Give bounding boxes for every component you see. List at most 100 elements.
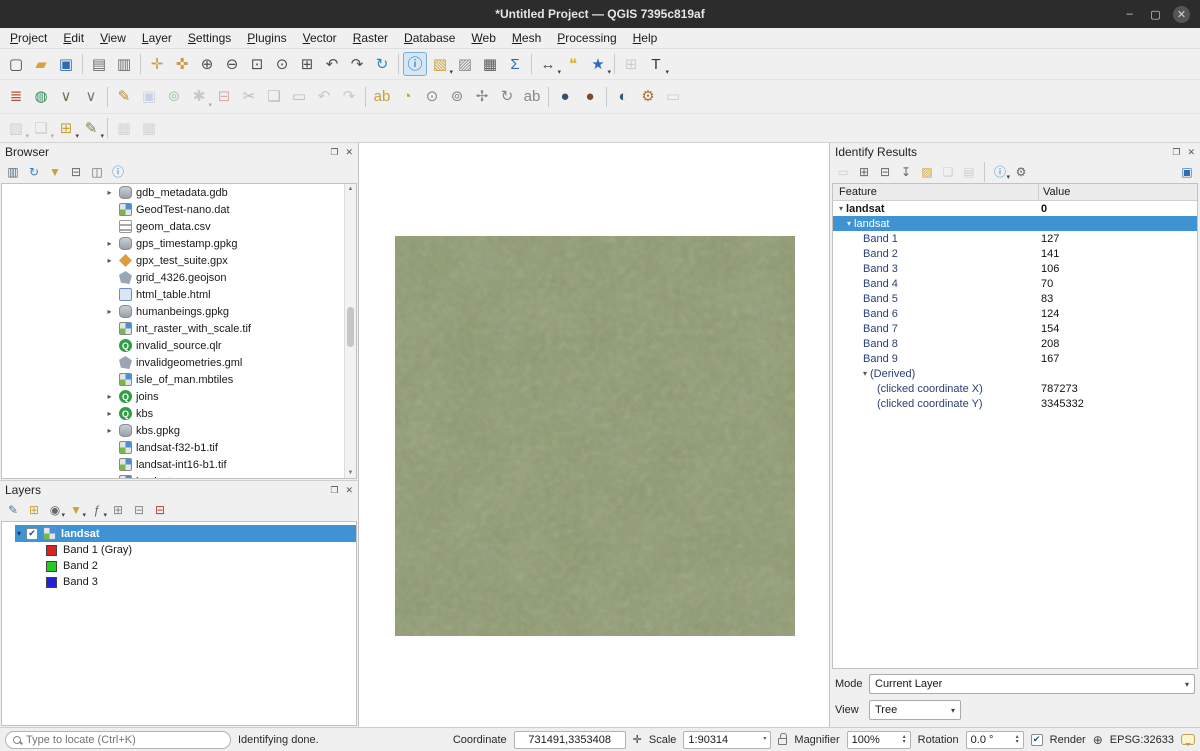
render-checkbox[interactable]: ✔ [1031,734,1043,746]
map-tips-icon[interactable]: ❝ [561,52,585,76]
properties-widget-icon[interactable]: ◫ [88,163,106,181]
identify-row-Band 1[interactable]: Band 1127 [833,231,1197,246]
browser-item-landsat-f32-b1.tif[interactable]: landsat-f32-b1.tif [2,439,356,456]
deselect-features-icon[interactable]: ▨ [453,52,477,76]
new-virtual-layer-icon[interactable]: ∨ [79,85,103,109]
menu-raster[interactable]: Raster [345,29,396,47]
text-annotation-dropdown-icon[interactable]: ▾ [665,69,669,76]
maximize-button[interactable]: ▢ [1147,6,1164,23]
zoom-to-layer-icon[interactable]: ⊞ [295,52,319,76]
coordinate-field[interactable]: 731491,3353408 [514,731,626,749]
browser-item-gps_timestamp.gpkg[interactable]: ▸gps_timestamp.gpkg [2,235,356,252]
expand-icon[interactable]: ▸ [104,239,115,248]
identify-row-(clicked coordinate Y)[interactable]: (clicked coordinate Y)3345332 [833,396,1197,411]
manage-map-themes-dropdown-icon[interactable]: ▾ [61,512,65,519]
expand-icon[interactable]: ▸ [104,307,115,316]
edit-layer-menu-dropdown-icon[interactable]: ▾ [100,133,104,140]
filter-legend-dropdown-icon[interactable]: ▾ [82,512,86,519]
scroll-down-icon[interactable]: ▼ [348,470,354,476]
browser-item-gdb_metadata.gdb[interactable]: ▸gdb_metadata.gdb [2,184,356,201]
plugin-manager-icon[interactable]: ⚙ [636,85,660,109]
filter-by-expression-dropdown-icon[interactable]: ▾ [103,512,107,519]
layer-diagram-icon[interactable]: ◔ [395,85,419,109]
browser-item-joins[interactable]: ▸Qjoins [2,388,356,405]
browser-item-kbs[interactable]: ▸Qkbs [2,405,356,422]
locator-search[interactable] [5,731,231,749]
menu-project[interactable]: Project [2,29,55,47]
menu-settings[interactable]: Settings [180,29,239,47]
identify-float-icon[interactable]: ❐ [1172,147,1180,158]
identify-mode-combobox[interactable]: Current Layer ▾ [869,674,1195,694]
expand-icon[interactable]: ▸ [104,188,115,197]
browser-item-html_table.html[interactable]: html_table.html [2,286,356,303]
filter-browser-icon[interactable]: ▼ [46,163,64,181]
text-annotation-icon[interactable]: T▾ [644,52,668,76]
search-input[interactable] [26,734,223,746]
identify-settings-icon[interactable]: ⚙ [1012,163,1030,181]
open-project-icon[interactable]: ▰ [29,52,53,76]
new-print-layout-icon[interactable]: ▤ [87,52,111,76]
map-canvas[interactable] [358,143,830,727]
browser-item-isle_of_man.mbtiles[interactable]: isle_of_man.mbtiles [2,371,356,388]
pan-map-to-selection-icon[interactable]: ✜ [170,52,194,76]
new-bookmark-dropdown-icon[interactable]: ▾ [607,69,611,76]
menu-layer[interactable]: Layer [134,29,180,47]
add-group-icon[interactable]: ⊞ [25,501,43,519]
select-features-icon[interactable]: ▧▾ [428,52,452,76]
identify-row-Band 8[interactable]: Band 8208 [833,336,1197,351]
layers-float-icon[interactable]: ❐ [330,485,338,496]
feature-column-header[interactable]: Feature [833,184,1039,200]
add-layer-menu-icon[interactable]: ⊞▾ [54,116,78,140]
expander-icon[interactable]: ▾ [839,204,843,213]
edit-layer-menu-icon[interactable]: ✎▾ [79,116,103,140]
expand-all-layers-icon[interactable]: ⊞ [109,501,127,519]
identify-row-landsat[interactable]: ▾landsat [833,216,1197,231]
zoom-in-icon[interactable]: ⊕ [195,52,219,76]
menu-vector[interactable]: Vector [295,29,345,47]
crs-icon[interactable]: ⊕ [1093,733,1103,747]
scrollbar-thumb[interactable] [347,307,354,347]
refresh-map-icon[interactable]: ↻ [370,52,394,76]
scroll-up-icon[interactable]: ▲ [348,186,354,192]
close-button[interactable]: ✕ [1173,6,1190,23]
browser-item-gpx_test_suite.gpx[interactable]: ▸gpx_test_suite.gpx [2,252,356,269]
zoom-to-selection-icon[interactable]: ⊙ [270,52,294,76]
spin-down-icon[interactable]: ▾ [1016,740,1019,745]
expand-icon[interactable]: ▸ [104,256,115,265]
browser-item-humanbeings.gpkg[interactable]: ▸humanbeings.gpkg [2,303,356,320]
messages-icon[interactable] [1181,734,1195,745]
zoom-next-icon[interactable]: ↷ [345,52,369,76]
identify-row-Band 6[interactable]: Band 6124 [833,306,1197,321]
browser-scrollbar[interactable]: ▲ ▼ [344,184,356,478]
menu-processing[interactable]: Processing [549,29,624,47]
expander-icon[interactable]: ▾ [847,219,851,228]
pin-labels-icon[interactable]: ⊙ [420,85,444,109]
identify-row-Band 5[interactable]: Band 583 [833,291,1197,306]
layer-visibility-checkbox[interactable]: ✔ [26,528,38,540]
highlight-pinned-labels-icon[interactable]: ⊚ [445,85,469,109]
zoom-full-icon[interactable]: ⊡ [245,52,269,76]
identify-mode-menu-dropdown-icon[interactable]: ▾ [1006,174,1010,181]
menu-web[interactable]: Web [463,29,503,47]
spin-down-icon[interactable]: ▾ [903,740,906,745]
new-bookmark-icon[interactable]: ★▾ [586,52,610,76]
minimize-button[interactable]: – [1121,6,1138,23]
data-source-manager-icon[interactable]: ≣ [4,85,28,109]
browser-close-icon[interactable]: ✕ [345,147,353,158]
titlebar[interactable]: *Untitled Project — QGIS 7395c819af – ▢ … [0,0,1200,28]
browser-item-kbs.gpkg[interactable]: ▸kbs.gpkg [2,422,356,439]
collapse-all-icon[interactable]: ⊟ [67,163,85,181]
filter-legend-icon[interactable]: ▼▾ [67,501,85,519]
rotate-label-icon[interactable]: ↻ [495,85,519,109]
menu-database[interactable]: Database [396,29,463,47]
layers-close-icon[interactable]: ✕ [345,485,353,496]
new-shapefile-layer-icon[interactable]: ∨ [54,85,78,109]
identify-close-icon[interactable]: ✕ [1187,147,1195,158]
menu-mesh[interactable]: Mesh [504,29,549,47]
identify-row-Band 9[interactable]: Band 9167 [833,351,1197,366]
browser-item-grid_4326.geojson[interactable]: grid_4326.geojson [2,269,356,286]
new-geopackage-layer-icon[interactable]: ◍ [29,85,53,109]
open-layer-styling-icon[interactable]: ✎ [4,501,22,519]
browser-help-icon[interactable]: ⓘ [109,163,127,181]
menu-help[interactable]: Help [625,29,666,47]
